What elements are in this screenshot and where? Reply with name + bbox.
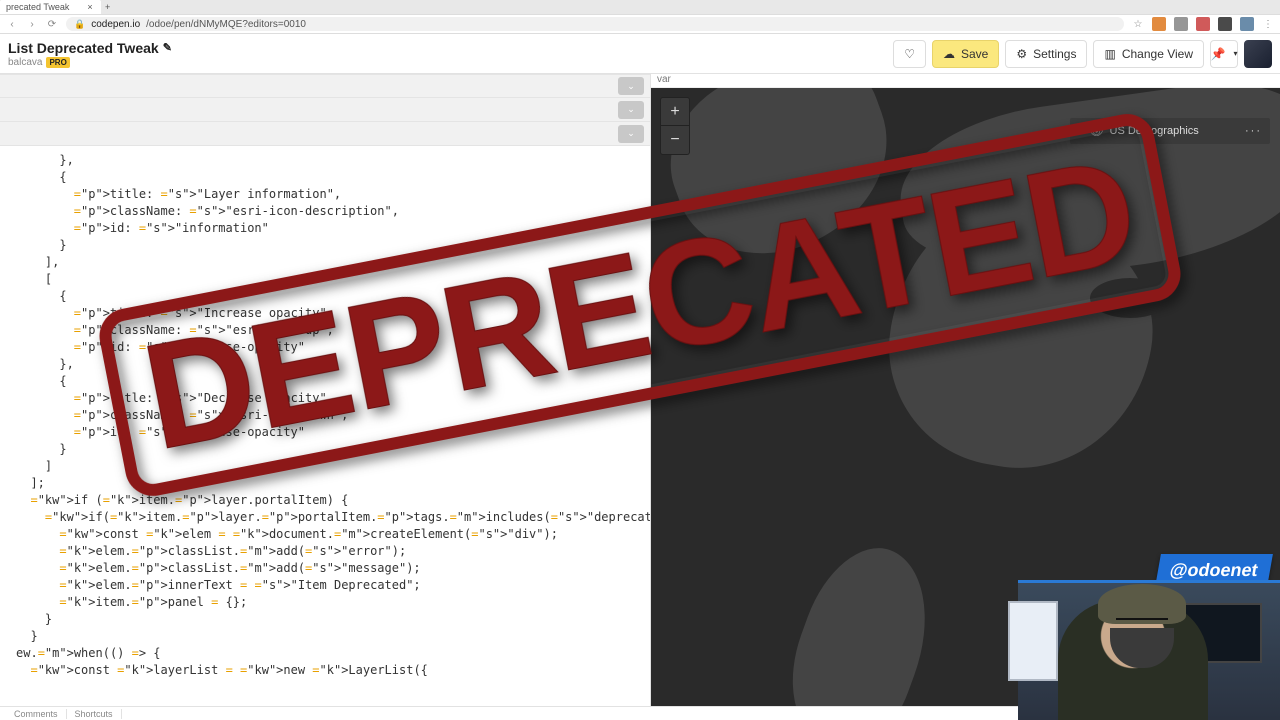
extension-icon[interactable] (1174, 17, 1188, 31)
more-icon[interactable]: ··· (1245, 125, 1262, 137)
chevron-down-icon[interactable]: ⌄ (618, 101, 644, 119)
browser-urlbar: ‹ › ⟳ 🔒 codepen.io /odoe/pen/dNMyMQE?edi… (0, 14, 1280, 34)
extension-icon[interactable] (1196, 17, 1210, 31)
browser-tab[interactable]: precated Tweak × (0, 0, 101, 14)
menu-icon[interactable]: ⋮ (1262, 19, 1274, 30)
extension-icon[interactable] (1152, 17, 1166, 31)
presenter-glasses (1116, 618, 1168, 632)
settings-button[interactable]: ⚙ Settings (1005, 40, 1087, 68)
layout-icon: ▥ (1104, 47, 1115, 61)
footer-tab-comments[interactable]: Comments (6, 709, 67, 719)
url-host: codepen.io (91, 19, 140, 30)
address-input[interactable]: 🔒 codepen.io /odoe/pen/dNMyMQE?editors=0… (66, 17, 1124, 31)
extension-icon[interactable] (1218, 17, 1232, 31)
heart-icon: ♡ (904, 47, 915, 61)
forward-icon[interactable]: › (26, 19, 38, 30)
zoom-in-button[interactable]: + (661, 98, 689, 126)
author-link[interactable]: balcava (8, 57, 42, 68)
cloud-icon: ☁ (943, 47, 955, 61)
back-icon[interactable]: ‹ (6, 19, 18, 30)
chevron-right-icon: ▸ (1078, 125, 1084, 138)
js-editor[interactable]: }, { ="p">title: ="s">"Layer information… (0, 146, 650, 706)
save-button[interactable]: ☁ Save (932, 40, 999, 68)
landmass (651, 88, 915, 280)
tab-title: precated Tweak (6, 2, 69, 12)
save-label: Save (961, 47, 988, 61)
html-panel-collapsed[interactable]: ⌄ (0, 74, 650, 98)
pin-button[interactable]: 📌 ▾ (1210, 40, 1238, 68)
codepen-header: List Deprecated Tweak ✎ balcava PRO ♡ ☁ … (0, 34, 1280, 74)
close-icon[interactable]: × (87, 2, 92, 12)
zoom-control: + − (661, 98, 689, 154)
pro-badge: PRO (46, 57, 69, 68)
webcam-overlay: @odoenet (1018, 544, 1280, 720)
avatar[interactable] (1244, 40, 1272, 68)
webcam-scene (1018, 580, 1280, 720)
new-tab-button[interactable]: + (101, 2, 115, 12)
edit-icon[interactable]: ✎ (163, 41, 172, 54)
love-button[interactable]: ♡ (893, 40, 926, 68)
preview-header: var (651, 74, 1280, 88)
background-window (1008, 601, 1058, 681)
footer-tab-shortcuts[interactable]: Shortcuts (67, 709, 122, 719)
editor-column: ⌄ ⌄ ⌄ }, { ="p">title: ="s">"Layer infor… (0, 74, 650, 706)
favorite-icon[interactable]: ☆ (1132, 19, 1144, 30)
layer-name: US Demographics (1110, 125, 1199, 137)
js-panel-header[interactable]: ⌄ (0, 122, 650, 146)
reload-icon[interactable]: ⟳ (46, 19, 58, 30)
change-view-button[interactable]: ▥ Change View (1093, 40, 1204, 68)
browser-tabbar: precated Tweak × + (0, 0, 1280, 14)
visibility-icon[interactable]: 👁 (1090, 125, 1104, 138)
pin-icon: 📌 (1211, 47, 1226, 61)
chevron-down-icon[interactable]: ⌄ (618, 125, 644, 143)
url-path: /odoe/pen/dNMyMQE?editors=0010 (146, 19, 306, 30)
extension-icon[interactable] (1240, 17, 1254, 31)
landmass (770, 532, 951, 706)
chevron-down-icon: ▾ (1233, 49, 1237, 58)
lock-icon: 🔒 (74, 19, 85, 30)
change-view-label: Change View (1122, 47, 1193, 61)
gear-icon: ⚙ (1016, 47, 1027, 61)
zoom-out-button[interactable]: − (661, 126, 689, 154)
layer-list-item[interactable]: ▸ 👁 US Demographics ··· (1070, 118, 1270, 144)
page-title: List Deprecated Tweak (8, 40, 159, 56)
chevron-down-icon[interactable]: ⌄ (618, 77, 644, 95)
lake (1090, 278, 1170, 318)
settings-label: Settings (1033, 47, 1076, 61)
css-panel-collapsed[interactable]: ⌄ (0, 98, 650, 122)
